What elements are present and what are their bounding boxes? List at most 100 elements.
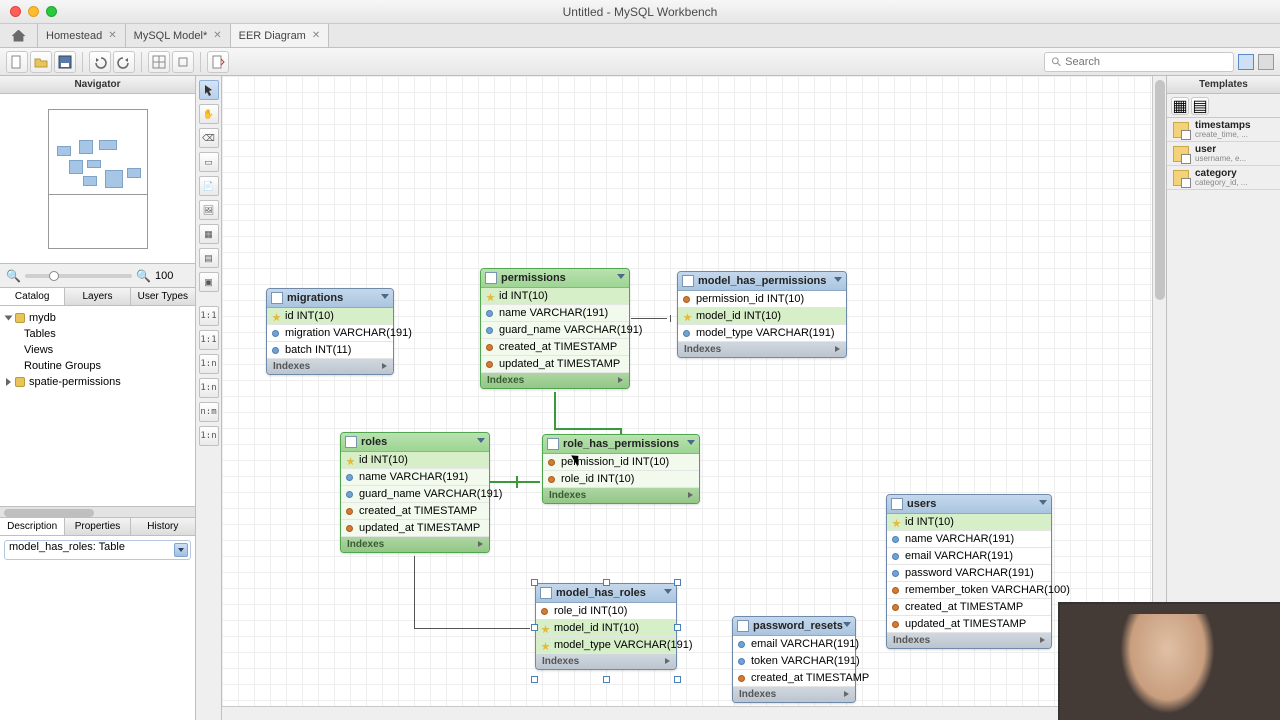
tree-label[interactable]: Tables [24,328,56,340]
disclosure-icon[interactable] [5,316,13,321]
minimap[interactable] [0,94,195,264]
templates-header: Templates [1167,76,1280,94]
indexes-label[interactable]: Indexes [739,689,776,700]
home-tab[interactable] [0,24,38,47]
selection-handle[interactable] [531,624,538,631]
export-button[interactable] [207,51,229,73]
indexes-label[interactable]: Indexes [893,635,930,646]
collapse-icon[interactable] [1039,500,1047,505]
indexes-label[interactable]: Indexes [549,490,586,501]
collapse-icon[interactable] [687,440,695,445]
close-icon[interactable]: ✕ [108,30,116,41]
entity-password-resets[interactable]: password_resets email VARCHAR(191) token… [732,616,856,703]
template-sub: username, e... [1195,155,1246,164]
rel-1-n-id-tool[interactable]: 1:n [199,378,219,398]
tree-label[interactable]: spatie-permissions [29,376,121,388]
note-tool[interactable]: 📄 [199,176,219,196]
toggle-right-panel-button[interactable] [1258,54,1274,70]
undo-button[interactable] [89,51,111,73]
indexes-label[interactable]: Indexes [542,656,579,667]
rel-1-1-id-tool[interactable]: 1:1 [199,330,219,350]
zoom-out-icon[interactable]: 🔍 [6,269,21,283]
column: role_id INT(10) [561,473,634,485]
selection-handle[interactable] [531,579,538,586]
image-tool[interactable]: 🖼 [199,200,219,220]
search-input[interactable] [1065,56,1227,68]
rel-existing-tool[interactable]: 1:n [199,426,219,446]
tab-catalog[interactable]: Catalog [0,288,65,305]
catalog-tree[interactable]: mydb Tables Views Routine Groups spatie-… [0,306,195,506]
template-timestamps[interactable]: timestampscreate_time, ... [1167,118,1280,142]
tree-label[interactable]: mydb [29,312,56,324]
grid-button[interactable] [148,51,170,73]
selection-handle[interactable] [674,579,681,586]
indexes-label[interactable]: Indexes [684,344,721,355]
search-box[interactable] [1044,52,1234,72]
save-button[interactable] [54,51,76,73]
tab-description[interactable]: Description [0,518,65,535]
tab-homestead[interactable]: Homestead✕ [38,24,126,47]
diagram-canvas[interactable]: migrations id INT(10) migration VARCHAR(… [222,76,1166,720]
entity-role-has-permissions[interactable]: role_has_permissions permission_id INT(1… [542,434,700,504]
selection-handle[interactable] [603,579,610,586]
entity-model-has-permissions[interactable]: model_has_permissions permission_id INT(… [677,271,847,358]
tree-scrollbar[interactable] [0,506,195,518]
entity-users[interactable]: users id INT(10) name VARCHAR(191) email… [886,494,1052,649]
template-category[interactable]: categorycategory_id, ... [1167,166,1280,190]
selection-handle[interactable] [674,624,681,631]
entity-model-has-roles[interactable]: model_has_roles role_id INT(10) model_id… [535,583,677,670]
collapse-icon[interactable] [834,277,842,282]
rel-1-1-non-id-tool[interactable]: 1:1 [199,306,219,326]
tab-eer-diagram[interactable]: EER Diagram✕ [231,24,330,47]
indexes-label[interactable]: Indexes [273,361,310,372]
align-button[interactable] [172,51,194,73]
template-add-button[interactable]: ▤ [1191,97,1209,115]
tab-user-types[interactable]: User Types [131,288,195,305]
indexes-label[interactable]: Indexes [487,375,524,386]
template-user[interactable]: userusername, e... [1167,142,1280,166]
collapse-icon[interactable] [381,294,389,299]
selection-handle[interactable] [603,676,610,683]
entity-permissions[interactable]: permissions id INT(10) name VARCHAR(191)… [480,268,630,389]
tree-label[interactable]: Views [24,344,53,356]
selection-handle[interactable] [531,676,538,683]
table-tool[interactable]: ▦ [199,224,219,244]
collapse-icon[interactable] [477,438,485,443]
routine-tool[interactable]: ▣ [199,272,219,292]
zoom-control[interactable]: 🔍 🔍 100 [0,264,195,288]
collapse-icon[interactable] [843,622,851,627]
template-new-button[interactable]: ▦ [1171,97,1189,115]
dropdown-icon[interactable] [174,543,188,557]
tab-properties[interactable]: Properties [65,518,130,535]
close-icon[interactable]: ✕ [312,30,320,41]
disclosure-icon[interactable] [6,378,11,386]
redo-button[interactable] [113,51,135,73]
tab-history[interactable]: History [131,518,195,535]
pointer-tool[interactable] [199,80,219,100]
description-select[interactable]: model_has_roles: Table [4,540,191,560]
layer-tool[interactable]: ▭ [199,152,219,172]
rel-1-n-non-id-tool[interactable]: 1:n [199,354,219,374]
collapse-icon[interactable] [664,589,672,594]
collapse-icon[interactable] [617,274,625,279]
tab-mysql-model[interactable]: MySQL Model*✕ [126,24,231,47]
toggle-left-panel-button[interactable] [1238,54,1254,70]
close-icon[interactable]: ✕ [213,30,221,41]
view-tool[interactable]: ▤ [199,248,219,268]
hand-tool[interactable]: ✋ [199,104,219,124]
column: model_type VARCHAR(191) [696,327,835,339]
new-file-button[interactable] [6,51,28,73]
canvas-scrollbar-horizontal[interactable] [222,706,1152,720]
zoom-value[interactable]: 100 [155,270,189,282]
zoom-in-icon[interactable]: 🔍 [136,269,151,283]
tree-label[interactable]: Routine Groups [24,360,101,372]
entity-roles[interactable]: roles id INT(10) name VARCHAR(191) guard… [340,432,490,553]
open-file-button[interactable] [30,51,52,73]
entity-migrations[interactable]: migrations id INT(10) migration VARCHAR(… [266,288,394,375]
column: model_id INT(10) [554,622,639,634]
selection-handle[interactable] [674,676,681,683]
indexes-label[interactable]: Indexes [347,539,384,550]
rel-n-m-tool[interactable]: n:m [199,402,219,422]
tab-layers[interactable]: Layers [65,288,130,305]
eraser-tool[interactable]: ⌫ [199,128,219,148]
